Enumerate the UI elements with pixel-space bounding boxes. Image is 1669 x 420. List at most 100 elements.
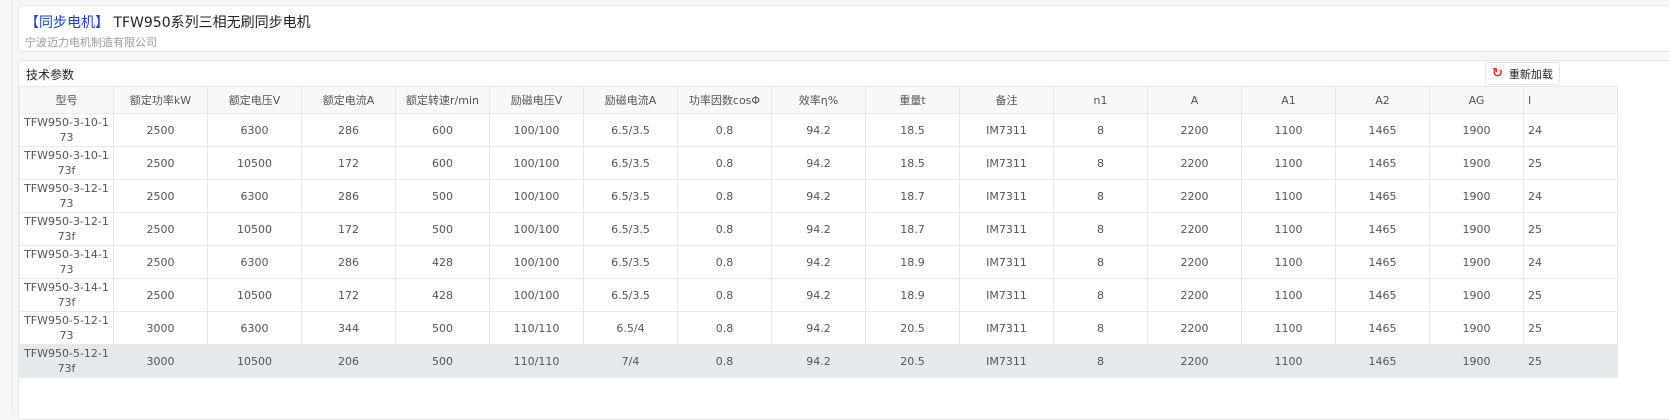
table-row[interactable]: TFW950-5-12-173 3000 6300 344 500 110/110 6.5/… xyxy=(19,311,1618,345)
table-cell: 500 xyxy=(395,212,490,246)
table-cell: 100/100 xyxy=(489,179,584,213)
column-header[interactable]: 额定电流A xyxy=(301,86,396,114)
column-header[interactable]: 功率因数cosΦ xyxy=(677,86,772,114)
table-cell: 1900 xyxy=(1429,212,1524,246)
table-cell: 18.7 xyxy=(865,179,960,213)
reload-button[interactable]: ↻ 重新加载 xyxy=(1485,62,1560,85)
table-cell: 100/100 xyxy=(489,278,584,312)
column-header[interactable]: 额定电压V xyxy=(207,86,302,114)
table-cell: 0.8 xyxy=(677,212,772,246)
table-cell: 6300 xyxy=(207,179,302,213)
table-cell: IM7311 xyxy=(959,113,1054,147)
column-header[interactable]: 效率η% xyxy=(771,86,866,114)
table-cell: 428 xyxy=(395,245,490,279)
table-cell: 18.9 xyxy=(865,278,960,312)
company-name: 宁波迈力电机制造有限公司 xyxy=(25,36,157,49)
table-cell: 172 xyxy=(301,212,396,246)
column-header[interactable]: 励磁电流A xyxy=(583,86,678,114)
section-title: 技术参数 xyxy=(26,68,75,82)
table-row[interactable]: TFW950-3-10-173 2500 6300 286 600 100/100 6.5/… xyxy=(19,113,1618,147)
table-row[interactable]: TFW950-5-12-173f 3000 10500 206 500 110/110 7/… xyxy=(19,344,1618,378)
table-cell: 2500 xyxy=(113,212,208,246)
product-title: 【同步电机】 TFW950系列三相无刷同步电机 xyxy=(25,12,311,32)
table-cell: 6300 xyxy=(207,113,302,147)
table-cell: 94.2 xyxy=(771,344,866,378)
column-header[interactable]: n1 xyxy=(1053,86,1148,114)
table-cell: 172 xyxy=(301,278,396,312)
table-cell: 18.7 xyxy=(865,212,960,246)
table-cell: 428 xyxy=(395,278,490,312)
column-header[interactable]: A2 xyxy=(1335,86,1430,114)
table-cell: 18.5 xyxy=(865,146,960,180)
table-cell: 1465 xyxy=(1335,278,1430,312)
table-cell: 1465 xyxy=(1335,344,1430,378)
table-cell: 1900 xyxy=(1429,311,1524,345)
refresh-icon: ↻ xyxy=(1492,66,1503,81)
table-cell: TFW950-3-14-173 xyxy=(19,245,114,279)
column-header[interactable]: 额定转速r/min xyxy=(395,86,490,114)
table-cell: 1100 xyxy=(1241,146,1336,180)
table-cell: 2200 xyxy=(1147,179,1242,213)
table-cell: 206 xyxy=(301,344,396,378)
column-header[interactable]: 重量t xyxy=(865,86,960,114)
table-cell: 94.2 xyxy=(771,212,866,246)
column-header[interactable]: 型号 xyxy=(19,86,114,114)
table-row[interactable]: TFW950-3-12-173 2500 6300 286 500 100/100 6.5/… xyxy=(19,179,1618,213)
table-cell: 286 xyxy=(301,113,396,147)
table-cell: 1100 xyxy=(1241,212,1336,246)
table-cell: 2200 xyxy=(1147,146,1242,180)
table-cell: IM7311 xyxy=(959,212,1054,246)
table-cell: 6.5/3.5 xyxy=(583,146,678,180)
table-cell: 0.8 xyxy=(677,245,772,279)
table-row[interactable]: TFW950-3-10-173f 2500 10500 172 600 100/100 6.… xyxy=(19,146,1618,180)
table-cell: 6.5/3.5 xyxy=(583,179,678,213)
column-header[interactable]: I xyxy=(1523,86,1618,114)
specs-panel: 技术参数 ↻ 重新加载 型号 额定功率kW 额定电压V 额定电流A 额定转速r/min 励磁… xyxy=(18,60,1669,420)
table-cell: 8 xyxy=(1053,146,1148,180)
table-row[interactable]: TFW950-3-14-173f 2500 10500 172 428 100/100 6.… xyxy=(19,278,1618,312)
table-cell: 1100 xyxy=(1241,113,1336,147)
table-cell: 6.5/3.5 xyxy=(583,113,678,147)
column-header[interactable]: 励磁电压V xyxy=(489,86,584,114)
table-cell: 100/100 xyxy=(489,113,584,147)
table-cell: 0.8 xyxy=(677,311,772,345)
column-header[interactable]: 额定功率kW xyxy=(113,86,208,114)
table-cell: 8 xyxy=(1053,278,1148,312)
table-cell: 2500 xyxy=(113,113,208,147)
table-cell: 6300 xyxy=(207,245,302,279)
table-cell: IM7311 xyxy=(959,311,1054,345)
table-cell: 94.2 xyxy=(771,278,866,312)
table-cell: 18.5 xyxy=(865,113,960,147)
table-cell: 1100 xyxy=(1241,344,1336,378)
table-cell: TFW950-3-10-173 xyxy=(19,113,114,147)
table-cell: 110/110 xyxy=(489,344,584,378)
table-cell: IM7311 xyxy=(959,146,1054,180)
table-cell: IM7311 xyxy=(959,344,1054,378)
column-header[interactable]: AG xyxy=(1429,86,1524,114)
table-cell: 600 xyxy=(395,146,490,180)
table-cell: 1100 xyxy=(1241,245,1336,279)
table-cell: 100/100 xyxy=(489,146,584,180)
column-header[interactable]: A xyxy=(1147,86,1242,114)
table-cell: 3000 xyxy=(113,344,208,378)
table-header-row: 型号 额定功率kW 额定电压V 额定电流A 额定转速r/min 励磁电压V 励磁电流A 功率因… xyxy=(19,86,1618,114)
table-row[interactable]: TFW950-3-14-173 2500 6300 286 428 100/100 6.5/… xyxy=(19,245,1618,279)
category-tag[interactable]: 【同步电机】 xyxy=(25,15,109,31)
table-cell: 286 xyxy=(301,245,396,279)
table-cell: 25 xyxy=(1523,278,1618,312)
table-cell: 94.2 xyxy=(771,146,866,180)
table-cell: 3000 xyxy=(113,311,208,345)
table-cell: 2500 xyxy=(113,146,208,180)
column-header[interactable]: A1 xyxy=(1241,86,1336,114)
table-cell: 8 xyxy=(1053,344,1148,378)
column-header[interactable]: 备注 xyxy=(959,86,1054,114)
table-cell: 1900 xyxy=(1429,146,1524,180)
product-name: TFW950系列三相无刷同步电机 xyxy=(113,15,311,31)
table-cell: 94.2 xyxy=(771,245,866,279)
table-row[interactable]: TFW950-3-12-173f 2500 10500 172 500 100/100 6.… xyxy=(19,212,1618,246)
table-cell: 500 xyxy=(395,344,490,378)
table-cell: 0.8 xyxy=(677,278,772,312)
table-cell: 2500 xyxy=(113,179,208,213)
table-cell: 1900 xyxy=(1429,344,1524,378)
table-cell: 100/100 xyxy=(489,212,584,246)
